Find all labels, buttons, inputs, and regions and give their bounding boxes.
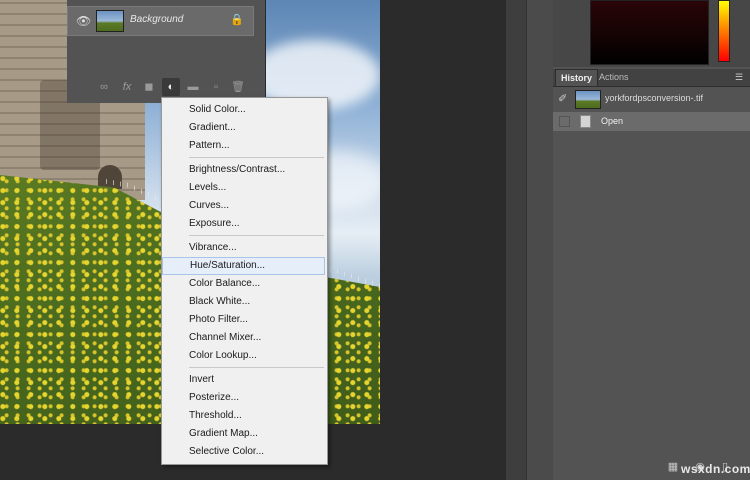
- menu-item[interactable]: Invert: [162, 371, 325, 389]
- menu-item[interactable]: Vibrance...: [162, 239, 325, 257]
- menu-item[interactable]: Photo Filter...: [162, 311, 325, 329]
- menu-item[interactable]: Selective Color...: [162, 443, 325, 461]
- menu-item[interactable]: Pattern...: [162, 137, 325, 155]
- menu-item[interactable]: Posterize...: [162, 389, 325, 407]
- collapsed-panel-dock: [526, 0, 554, 480]
- history-brush-icon[interactable]: ✐: [558, 92, 572, 106]
- menu-item[interactable]: Hue/Saturation...: [162, 257, 325, 275]
- menu-item[interactable]: Exposure...: [162, 215, 325, 233]
- history-step-open[interactable]: Open: [553, 112, 750, 131]
- eye-icon[interactable]: 👁: [76, 15, 91, 27]
- hue-slider[interactable]: [718, 0, 730, 62]
- menu-separator: [189, 157, 324, 158]
- layer-thumbnail: [96, 10, 124, 32]
- new-layer-icon[interactable]: ▫: [207, 78, 225, 96]
- trash-icon[interactable]: 🗑: [229, 78, 247, 96]
- panel-divider: [505, 0, 526, 480]
- lock-icon[interactable]: 🔒: [230, 13, 244, 26]
- adjustment-layer-menu: Solid Color... Gradient... Pattern... Brigh…: [161, 97, 328, 465]
- menu-item[interactable]: Levels...: [162, 179, 325, 197]
- new-document-from-state-icon[interactable]: ▦: [666, 460, 680, 474]
- layers-panel: 👁 Background 🔒 ∞ fx ◼ ◐ ▬ ▫ 🗑: [67, 0, 266, 103]
- menu-item[interactable]: Solid Color...: [162, 101, 325, 119]
- link-icon[interactable]: ∞: [95, 78, 113, 96]
- document-icon: [580, 115, 591, 128]
- menu-separator: [189, 367, 324, 368]
- menu-item[interactable]: Threshold...: [162, 407, 325, 425]
- snapshot-name: yorkfordpsconversion-.tif: [605, 93, 704, 103]
- watermark-text: wsxdn.com: [681, 462, 750, 476]
- menu-separator: [189, 235, 324, 236]
- tab-actions[interactable]: Actions: [594, 69, 634, 86]
- layer-tools-bar: ∞ fx ◼ ◐ ▬ ▫ 🗑: [67, 78, 265, 98]
- history-panel-group: History Actions ☰ ✐ yorkfordpsconversion…: [553, 0, 750, 480]
- adjustment-layer-icon[interactable]: ◐: [162, 78, 180, 96]
- snapshot-thumbnail: [575, 90, 601, 109]
- menu-item[interactable]: Color Balance...: [162, 275, 325, 293]
- menu-item[interactable]: Gradient...: [162, 119, 325, 137]
- menu-item[interactable]: Channel Mixer...: [162, 329, 325, 347]
- panel-menu-icon[interactable]: ☰: [735, 72, 745, 82]
- folder-icon[interactable]: ▬: [184, 78, 202, 96]
- history-snapshot[interactable]: ✐ yorkfordpsconversion-.tif: [553, 88, 750, 110]
- panel-tabs: History Actions ☰: [553, 69, 750, 87]
- layer-row-background[interactable]: 👁 Background 🔒: [67, 6, 254, 36]
- menu-item[interactable]: Color Lookup...: [162, 347, 325, 365]
- tab-history[interactable]: History: [555, 69, 599, 86]
- menu-item[interactable]: Brightness/Contrast...: [162, 161, 325, 179]
- fx-icon[interactable]: fx: [118, 78, 136, 96]
- menu-item[interactable]: Curves...: [162, 197, 325, 215]
- layer-name[interactable]: Background: [130, 14, 183, 25]
- history-step-label: Open: [601, 116, 624, 126]
- menu-item[interactable]: Gradient Map...: [162, 425, 325, 443]
- canvas-workspace: 👁 Background 🔒 ∞ fx ◼ ◐ ▬ ▫ 🗑 Solid Colo…: [0, 0, 505, 480]
- history-footer: ▦ ◉ ▯ wsxdn.com: [553, 456, 750, 480]
- color-panel: [553, 0, 750, 67]
- menu-item[interactable]: Black White...: [162, 293, 325, 311]
- mask-icon[interactable]: ◼: [140, 78, 158, 96]
- color-field[interactable]: [590, 0, 709, 65]
- history-source-checkbox[interactable]: [559, 116, 570, 127]
